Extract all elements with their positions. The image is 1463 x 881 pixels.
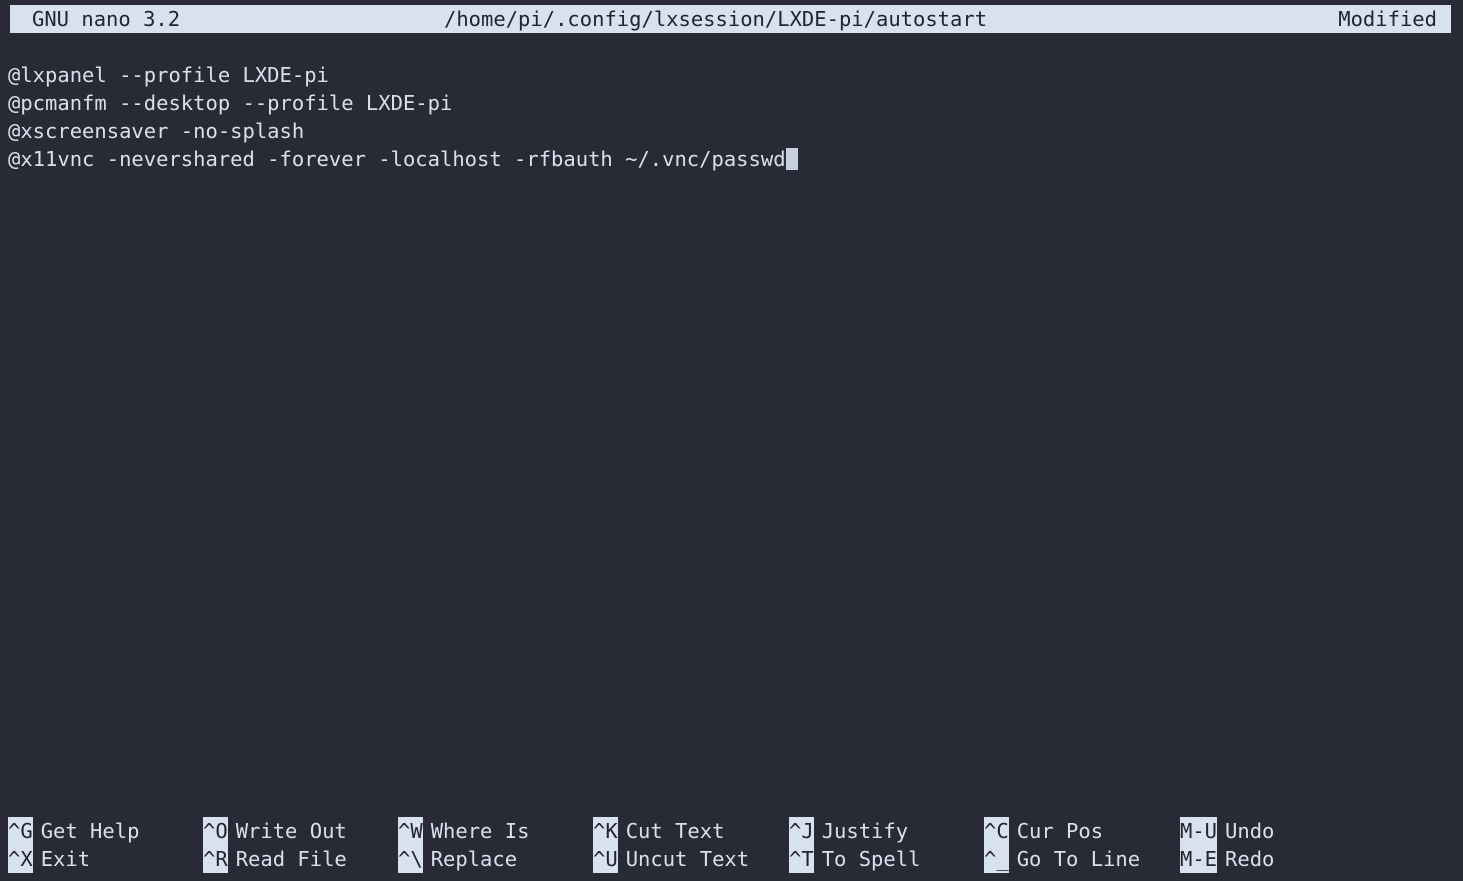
editor-line[interactable]: @lxpanel --profile LXDE-pi <box>0 61 1463 89</box>
shortcut-key-badge: M-E <box>1180 845 1218 873</box>
shortcut-key-badge: ^K <box>593 817 618 845</box>
shortcut-key-badge: ^X <box>8 845 33 873</box>
shortcut-label: Cur Pos <box>1016 819 1104 843</box>
shortcut-item[interactable]: ^R Read File <box>203 845 347 873</box>
text-area[interactable]: @lxpanel --profile LXDE-pi @pcmanfm --des… <box>0 61 1463 801</box>
shortcut-item[interactable]: ^\ Replace <box>398 845 517 873</box>
editor-line-text: @x11vnc -nevershared -forever -localhost… <box>8 147 786 171</box>
shortcut-key-badge: M-U <box>1180 817 1218 845</box>
shortcut-bar: ^G Get Help ^O Write Out ^W Where Is ^K Cut Tex… <box>0 817 1463 873</box>
shortcut-item[interactable]: ^O Write Out <box>203 817 347 845</box>
shortcut-label: Get Help <box>40 819 140 843</box>
shortcut-label: Write Out <box>235 819 347 843</box>
shortcut-item[interactable]: ^X Exit <box>8 845 90 873</box>
shortcut-key-badge: ^U <box>593 845 618 873</box>
editor-line[interactable]: @x11vnc -nevershared -forever -localhost… <box>0 145 1463 173</box>
shortcut-label: Read File <box>235 847 347 871</box>
editor-line-text: @lxpanel --profile LXDE-pi <box>8 63 329 87</box>
nano-editor-screen: GNU nano 3.2 /home/pi/.config/lxsession/… <box>0 0 1463 881</box>
shortcut-key-badge: ^R <box>203 845 228 873</box>
shortcut-label: Undo <box>1225 819 1275 843</box>
shortcut-key-badge: ^W <box>398 817 423 845</box>
shortcut-key-badge: ^\ <box>398 845 423 873</box>
shortcut-label: Exit <box>40 847 91 871</box>
editor-line-text: @pcmanfm --desktop --profile LXDE-pi <box>8 91 453 115</box>
shortcut-item[interactable]: M-U Undo <box>1180 817 1274 845</box>
shortcut-label: Cut Text <box>625 819 725 843</box>
shortcut-item[interactable]: ^G Get Help <box>8 817 139 845</box>
shortcut-label: Uncut Text <box>625 847 750 871</box>
shortcut-item[interactable]: ^C Cur Pos <box>984 817 1103 845</box>
shortcut-key-badge: ^G <box>8 817 33 845</box>
shortcut-item[interactable]: ^J Justify <box>789 817 908 845</box>
shortcut-item[interactable]: ^T To Spell <box>789 845 920 873</box>
shortcut-label: Redo <box>1225 847 1275 871</box>
editor-line-text: @xscreensaver -no-splash <box>8 119 305 143</box>
shortcut-row-2: ^X Exit ^R Read File ^\ Replace ^U Uncut Text ^T… <box>0 845 1463 873</box>
shortcut-key-badge: ^T <box>789 845 814 873</box>
shortcut-item[interactable]: ^_ Go To Line <box>984 845 1140 873</box>
shortcut-key-badge: ^C <box>984 817 1009 845</box>
shortcut-label: Go To Line <box>1016 847 1141 871</box>
shortcut-item[interactable]: ^W Where Is <box>398 817 529 845</box>
text-cursor <box>785 148 798 170</box>
modified-indicator: Modified <box>1338 7 1437 31</box>
shortcut-label: Justify <box>821 819 909 843</box>
shortcut-row-1: ^G Get Help ^O Write Out ^W Where Is ^K Cut Tex… <box>0 817 1463 845</box>
shortcut-item[interactable]: ^U Uncut Text <box>593 845 749 873</box>
shortcut-item[interactable]: ^K Cut Text <box>593 817 724 845</box>
shortcut-key-badge: ^O <box>203 817 228 845</box>
editor-name-version: GNU nano 3.2 <box>32 7 181 31</box>
shortcut-label: To Spell <box>821 847 921 871</box>
shortcut-key-badge: ^_ <box>984 845 1009 873</box>
shortcut-key-badge: ^J <box>789 817 814 845</box>
editor-line[interactable]: @pcmanfm --desktop --profile LXDE-pi <box>0 89 1463 117</box>
editor-line[interactable]: @xscreensaver -no-splash <box>0 117 1463 145</box>
shortcut-label: Where Is <box>430 819 530 843</box>
shortcut-label: Replace <box>430 847 518 871</box>
shortcut-item[interactable]: M-E Redo <box>1180 845 1274 873</box>
title-bar: GNU nano 3.2 /home/pi/.config/lxsession/… <box>10 5 1451 33</box>
file-path: /home/pi/.config/lxsession/LXDE-pi/autos… <box>444 7 988 31</box>
